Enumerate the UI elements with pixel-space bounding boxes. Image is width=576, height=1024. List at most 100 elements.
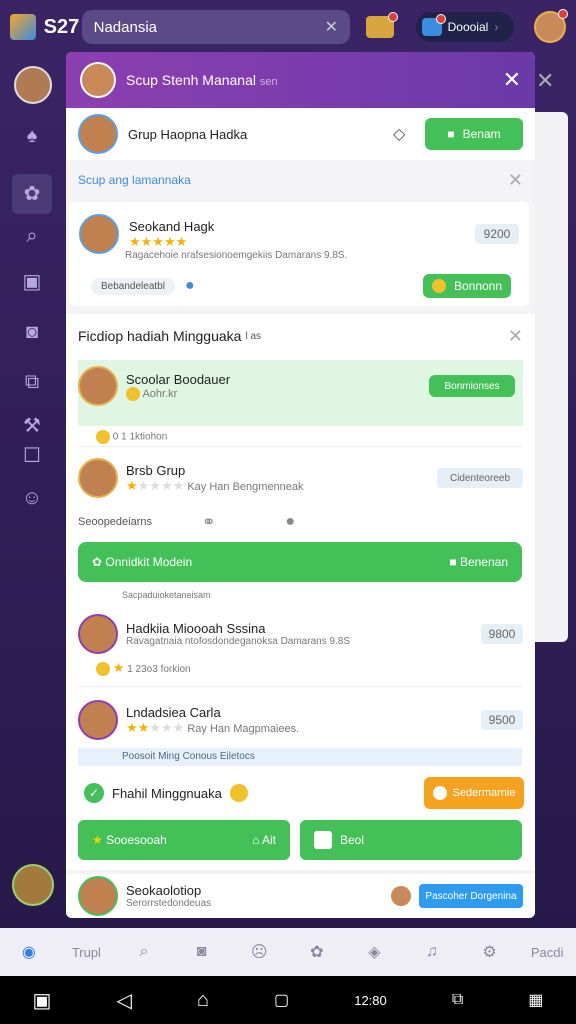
orange-button[interactable]: Sedermarnie (424, 777, 524, 809)
rail-avatar[interactable] (14, 66, 52, 104)
gallery-icon[interactable]: ⧉ (20, 370, 44, 394)
nav-settings-icon[interactable]: ⚙ (461, 942, 519, 962)
check-icon: ✓ (84, 783, 104, 803)
nav-bell-icon[interactable]: ♫ (403, 943, 461, 961)
bottom-left-label: Sooesooah (106, 833, 167, 847)
top-number: S27 (43, 15, 80, 38)
app-icon[interactable]: ▣ (33, 988, 52, 1013)
ticket-icon[interactable] (366, 12, 398, 38)
window-icon[interactable]: ⧉ (452, 991, 463, 1009)
profile-avatar[interactable] (534, 9, 569, 43)
system-bar: ▣ ◁ ⌂ ▢ 12:80 ⧉ ▦ (0, 976, 576, 1024)
wide-button-left-label: Onnidkit Modein (105, 555, 193, 569)
group-join-button[interactable]: ■ Benam (425, 118, 523, 150)
recents-icon[interactable]: ▢ (274, 990, 289, 1010)
app-logo-icon[interactable] (10, 14, 36, 40)
home-icon[interactable]: ♠ (20, 124, 44, 148)
nav-right-label[interactable]: Pacdi (518, 945, 576, 960)
top-entry-card: Seokand Hagk ★★★★★ 9200 Ragacehoie nrafs… (69, 202, 529, 306)
sub-caption: Sacpaduioketaneisam (122, 590, 211, 600)
card-icon (314, 831, 332, 849)
divider (78, 686, 523, 687)
item-1-name: Scoolar Boodauer (126, 371, 231, 387)
group-modal: Scup Stenh Mananal sen ✕ Grup Haopna Had… (66, 52, 535, 918)
bottom-right-button[interactable]: Beol (300, 820, 522, 860)
chat-icon[interactable]: ◙ (20, 320, 44, 344)
coin-icon (432, 786, 447, 800)
item-2-name: Brsb Grup (126, 462, 186, 478)
info-icon[interactable]: ● (185, 277, 195, 295)
header-avatar (80, 62, 116, 98)
orange-button-label: Sedermarnie (452, 787, 516, 799)
link-icon[interactable]: ⚭ (202, 512, 215, 532)
nav-chat-icon[interactable]: ◙ (173, 943, 231, 961)
coin-icon (431, 279, 446, 293)
weekly-close-icon[interactable]: ✕ (508, 326, 523, 347)
top-entry-name: Seokand Hagk (129, 218, 215, 234)
image-icon[interactable]: ▣ (20, 270, 44, 294)
user-avatar[interactable] (12, 864, 54, 906)
item-1-button[interactable]: Bonmionses (429, 375, 515, 397)
modal-subtitle: sen (259, 76, 278, 88)
footer-button[interactable]: Pascoher Dorgenina (419, 884, 523, 908)
search-input[interactable]: Nadansia ✕ (81, 10, 351, 44)
footer-avatar (78, 876, 118, 916)
gift-icon: ■ (449, 555, 457, 569)
top-entry-price: 9200 (475, 224, 519, 244)
item-3-meta: 1 23o3 forkion (127, 664, 191, 675)
gift-icon: ■ (447, 127, 455, 141)
wallet-pill[interactable]: Doooial › (415, 12, 515, 42)
item-2-button[interactable]: Cidenteoreeb (437, 468, 523, 488)
share-icon[interactable] (391, 886, 411, 906)
footer-entry[interactable]: Seokaolotiop Serorrstedondeuas Pascoher … (66, 874, 535, 918)
bottom-right-label: Beol (340, 833, 365, 847)
item-1-sub: Aohr.kr (142, 387, 178, 400)
badge-icon[interactable]: ☐ (20, 444, 44, 468)
back-icon[interactable]: ◁ (116, 988, 131, 1013)
coin-icon (126, 386, 140, 401)
footer-name: Seokaolotiop (126, 883, 202, 898)
notification-dot (435, 14, 446, 24)
nav-shield-icon[interactable]: ◈ (346, 942, 404, 962)
coin-icon (96, 662, 110, 677)
item-4-price: 9500 (481, 710, 523, 730)
weekly-section: Ficdiop hadiah Mingguaka l as ✕ Scoolar … (66, 314, 535, 870)
item-4-name: Lndadsiea Carla (126, 704, 221, 720)
bottom-nav: ◉ Trupl ⌕ ◙ ☹ ✿ ◈ ♫ ⚙ Pacdi (0, 928, 576, 976)
item-3-desc: Ravagatnaia ntofosdondeganoksa Damarans … (126, 636, 351, 647)
item-2-meta: Seoopedeiarns (78, 516, 153, 528)
wide-action-button[interactable]: ✿ Onnidkit Modein ■ Benenan (78, 542, 522, 582)
nav-home-icon[interactable]: ◉ (0, 942, 58, 962)
nav-search-icon[interactable]: ⌕ (115, 943, 173, 961)
nav-emoji-icon[interactable]: ☹ (230, 942, 288, 962)
top-entry-button[interactable]: Bonnonn (423, 274, 511, 298)
nav-palette-icon[interactable]: ✿ (288, 942, 346, 962)
group-card: Grup Haopna Hadka ◇ ■ Benam (66, 108, 535, 160)
nav-left-label[interactable]: Trupl (58, 945, 116, 960)
bottom-left-button[interactable]: ★ Sooesooah ⌂ Ait (78, 820, 290, 860)
tools-icon[interactable]: ⚒ (20, 414, 44, 438)
clear-icon[interactable]: ✕ (325, 17, 338, 37)
close-icon[interactable]: ✕ (503, 67, 521, 93)
section-close-icon[interactable]: ✕ (508, 170, 523, 191)
palette-icon[interactable]: ✿ (12, 174, 52, 214)
weekly-item-1[interactable]: Scoolar Boodauer Aohr.kr Bonmionses (78, 360, 523, 426)
emoji-icon[interactable]: ☺ (20, 486, 44, 510)
weekly-item-3[interactable]: Hadkiia Mioooah Sssina Ravagatnaia ntofo… (78, 614, 523, 654)
item-1-avatar (78, 366, 118, 406)
bottom-left-label-2: Ait (261, 833, 276, 847)
top-entry-avatar (79, 214, 119, 254)
weekly-item-2[interactable]: Brsb Grup ★★★★★ Kay Han Bengmenneak Cide… (78, 458, 523, 498)
background-close-icon[interactable]: ✕ (536, 68, 554, 94)
top-entry-chip[interactable]: Bebandeleatbl (91, 277, 175, 295)
check-label: Fhahil Minggnuaka (112, 785, 222, 801)
info-icon[interactable]: ● (285, 513, 295, 531)
star-icon: ★ (92, 833, 103, 847)
notification-dot (558, 9, 569, 19)
tag-icon[interactable]: ◇ (393, 124, 415, 144)
search-icon[interactable]: ⌕ (20, 224, 44, 248)
item-2-avatar (78, 458, 118, 498)
qr-icon[interactable]: ▦ (528, 990, 543, 1010)
weekly-item-4[interactable]: Lndadsiea Carla ★★★★★ Ray Han Magpmaiees… (78, 700, 523, 740)
home-button-icon[interactable]: ⌂ (197, 989, 209, 1012)
